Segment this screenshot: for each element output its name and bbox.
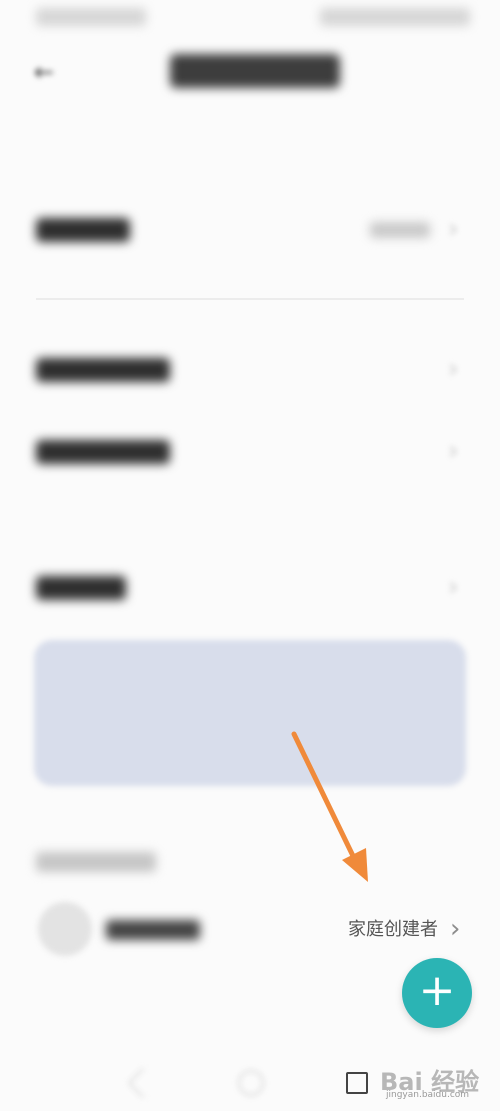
- settings-row-2[interactable]: ›: [0, 344, 500, 398]
- member-name: [106, 920, 200, 940]
- nav-recents-icon[interactable]: [346, 1072, 368, 1094]
- promo-banner[interactable]: [34, 640, 466, 786]
- avatar: [38, 902, 92, 956]
- nav-home-icon[interactable]: [238, 1070, 264, 1096]
- nav-back-icon[interactable]: [127, 1067, 159, 1099]
- settings-row-1[interactable]: ›: [0, 204, 500, 258]
- settings-row-4-label: [36, 576, 126, 600]
- status-left-info: [36, 8, 146, 26]
- header: ←: [0, 40, 500, 110]
- status-bar: [0, 0, 500, 40]
- member-row[interactable]: 家庭创建者 ›: [0, 898, 500, 962]
- settings-row-1-label: [36, 218, 130, 242]
- status-right-info: [320, 8, 470, 26]
- chevron-right-icon: ›: [448, 354, 459, 384]
- settings-row-4[interactable]: ›: [0, 562, 500, 616]
- back-arrow-icon[interactable]: ←: [34, 60, 64, 84]
- members-section-label: [36, 852, 156, 872]
- watermark-site: jingyan.baidu.com: [386, 1090, 470, 1100]
- member-role-label: 家庭创建者: [348, 919, 438, 940]
- page-title: [170, 54, 340, 88]
- settings-row-1-value: [370, 222, 430, 238]
- chevron-right-icon: ›: [450, 914, 461, 944]
- divider: [36, 298, 464, 300]
- settings-row-3[interactable]: ›: [0, 426, 500, 480]
- watermark: Bai 经验 jingyan.baidu.com: [376, 1056, 500, 1111]
- chevron-right-icon: ›: [448, 436, 459, 466]
- add-member-button[interactable]: +: [402, 958, 472, 1028]
- settings-row-2-label: [36, 358, 170, 382]
- annotation-arrow-icon: [291, 731, 368, 882]
- chevron-right-icon: ›: [448, 572, 459, 602]
- chevron-right-icon: ›: [448, 214, 459, 244]
- settings-row-3-label: [36, 440, 170, 464]
